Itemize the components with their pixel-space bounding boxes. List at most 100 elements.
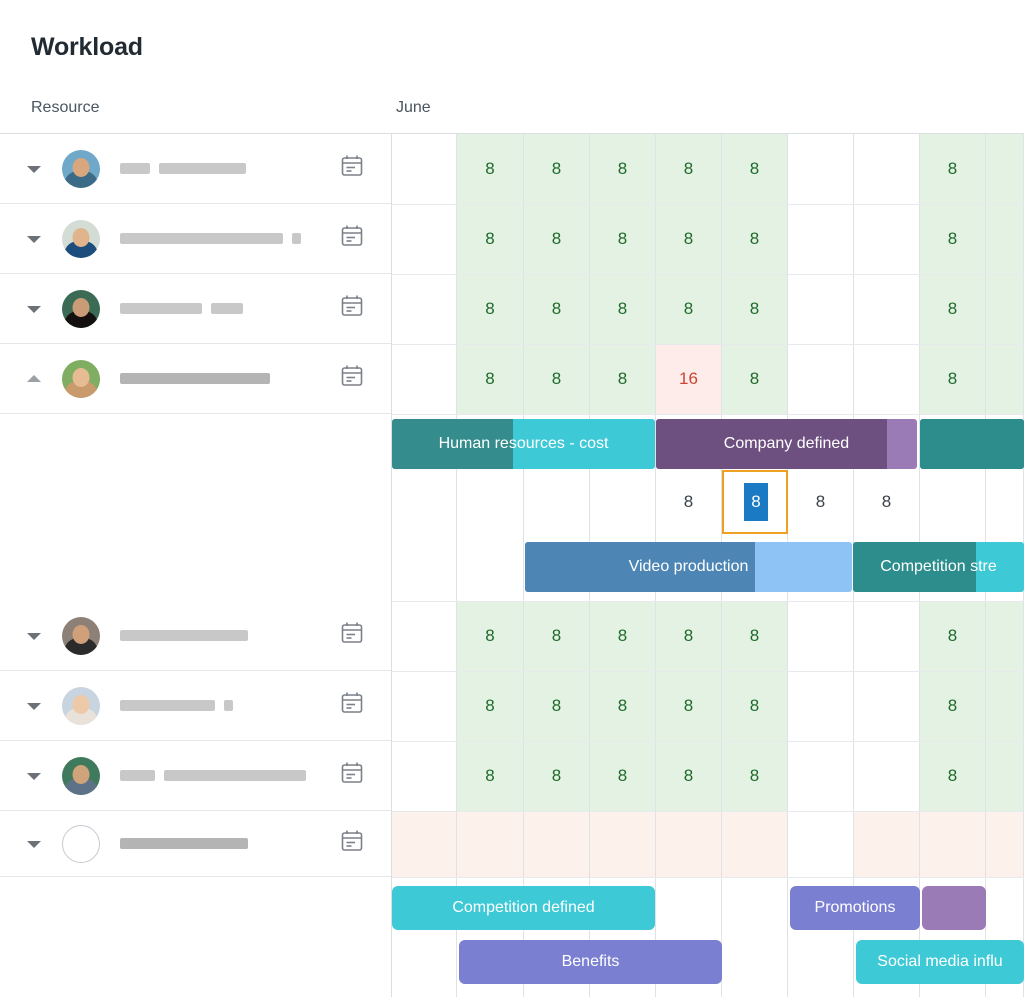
workload-cell[interactable]: 8 bbox=[722, 344, 787, 414]
resource-row[interactable] bbox=[0, 741, 392, 811]
task-bar-purple-bar-right[interactable] bbox=[922, 886, 986, 930]
task-bar-promotions[interactable]: Promotions bbox=[790, 886, 920, 930]
workload-cell[interactable] bbox=[788, 741, 853, 811]
workload-cell[interactable]: 8 bbox=[722, 204, 787, 274]
workload-cell[interactable] bbox=[986, 274, 1023, 344]
workload-cell[interactable]: 8 bbox=[590, 741, 655, 811]
chevron-down-icon[interactable] bbox=[27, 769, 41, 783]
workload-cell[interactable] bbox=[986, 134, 1023, 204]
avatar[interactable] bbox=[62, 687, 100, 725]
workload-cell[interactable]: 8 bbox=[457, 741, 523, 811]
workload-cell[interactable]: 8 bbox=[590, 274, 655, 344]
resource-row[interactable] bbox=[0, 204, 392, 274]
task-bar-competition-defined[interactable]: Competition defined bbox=[392, 886, 655, 930]
workload-cell[interactable] bbox=[788, 811, 853, 877]
workload-cell[interactable] bbox=[986, 344, 1023, 414]
chevron-down-icon[interactable] bbox=[27, 699, 41, 713]
workload-cell[interactable] bbox=[854, 741, 919, 811]
workload-cell[interactable]: 8 bbox=[590, 134, 655, 204]
allocation-cell[interactable]: 8 bbox=[788, 470, 853, 534]
workload-cell[interactable] bbox=[986, 741, 1023, 811]
workload-cell[interactable]: 8 bbox=[920, 134, 985, 204]
workload-cell[interactable] bbox=[854, 601, 919, 671]
resource-row[interactable] bbox=[0, 811, 392, 877]
workload-cell[interactable]: 8 bbox=[722, 671, 787, 741]
workload-cell[interactable] bbox=[788, 671, 853, 741]
workload-cell[interactable]: 8 bbox=[920, 741, 985, 811]
task-bar-video-production[interactable]: Video production bbox=[525, 542, 852, 592]
task-bar-competition-strategy[interactable]: Competition stre bbox=[853, 542, 1024, 592]
workload-cell[interactable] bbox=[854, 204, 919, 274]
workload-cell[interactable] bbox=[788, 601, 853, 671]
chevron-down-icon[interactable] bbox=[27, 629, 41, 643]
timeline-grid[interactable]: 8888888888888888888881688888888888888888… bbox=[392, 134, 1024, 997]
workload-cell[interactable]: 8 bbox=[722, 134, 787, 204]
workload-cell[interactable]: 8 bbox=[524, 274, 589, 344]
chevron-down-icon[interactable] bbox=[27, 302, 41, 316]
column-header-month[interactable]: June bbox=[396, 99, 431, 117]
calendar-icon[interactable] bbox=[340, 224, 364, 253]
resource-row[interactable] bbox=[0, 274, 392, 344]
workload-cell[interactable]: 8 bbox=[656, 741, 721, 811]
workload-cell[interactable] bbox=[392, 204, 456, 274]
workload-cell[interactable]: 8 bbox=[722, 274, 787, 344]
calendar-icon[interactable] bbox=[340, 294, 364, 323]
workload-cell[interactable] bbox=[656, 811, 721, 877]
workload-cell[interactable]: 16 bbox=[656, 344, 721, 414]
workload-cell[interactable]: 8 bbox=[920, 204, 985, 274]
workload-cell[interactable] bbox=[986, 811, 1023, 877]
workload-cell[interactable] bbox=[392, 134, 456, 204]
task-bar-human-resources-cost[interactable]: Human resources - cost bbox=[392, 419, 655, 469]
workload-cell[interactable]: 8 bbox=[457, 204, 523, 274]
workload-cell[interactable]: 8 bbox=[656, 274, 721, 344]
calendar-icon[interactable] bbox=[340, 621, 364, 650]
column-header-resource[interactable]: Resource bbox=[31, 99, 99, 117]
workload-cell[interactable] bbox=[722, 811, 787, 877]
workload-cell[interactable] bbox=[392, 274, 456, 344]
workload-cell[interactable] bbox=[392, 741, 456, 811]
avatar[interactable] bbox=[62, 360, 100, 398]
workload-cell[interactable]: 8 bbox=[920, 274, 985, 344]
workload-cell[interactable]: 8 bbox=[457, 134, 523, 204]
workload-cell[interactable]: 8 bbox=[524, 204, 589, 274]
workload-cell[interactable]: 8 bbox=[590, 601, 655, 671]
workload-cell[interactable]: 8 bbox=[920, 344, 985, 414]
workload-cell[interactable] bbox=[788, 134, 853, 204]
chevron-up-icon[interactable] bbox=[27, 372, 41, 386]
workload-cell[interactable] bbox=[854, 274, 919, 344]
workload-cell[interactable] bbox=[524, 811, 589, 877]
workload-cell[interactable] bbox=[854, 811, 919, 877]
workload-cell[interactable]: 8 bbox=[590, 671, 655, 741]
workload-cell[interactable] bbox=[392, 811, 456, 877]
workload-cell[interactable] bbox=[986, 601, 1023, 671]
workload-cell[interactable] bbox=[788, 344, 853, 414]
workload-cell[interactable]: 8 bbox=[656, 134, 721, 204]
calendar-icon[interactable] bbox=[340, 829, 364, 858]
workload-cell[interactable] bbox=[854, 134, 919, 204]
workload-cell[interactable]: 8 bbox=[920, 601, 985, 671]
resource-row[interactable] bbox=[0, 601, 392, 671]
chevron-down-icon[interactable] bbox=[27, 162, 41, 176]
calendar-icon[interactable] bbox=[340, 364, 364, 393]
workload-cell[interactable]: 8 bbox=[457, 601, 523, 671]
workload-cell[interactable] bbox=[986, 204, 1023, 274]
workload-cell[interactable]: 8 bbox=[920, 671, 985, 741]
workload-cell[interactable] bbox=[920, 811, 985, 877]
allocation-cell[interactable]: 8 bbox=[656, 470, 721, 534]
calendar-icon[interactable] bbox=[340, 154, 364, 183]
resource-row[interactable] bbox=[0, 134, 392, 204]
avatar-placeholder[interactable] bbox=[62, 825, 100, 863]
task-bar-benefits[interactable]: Benefits bbox=[459, 940, 722, 984]
workload-cell[interactable] bbox=[986, 671, 1023, 741]
workload-cell[interactable]: 8 bbox=[457, 671, 523, 741]
workload-cell[interactable]: 8 bbox=[524, 134, 589, 204]
workload-cell[interactable]: 8 bbox=[524, 344, 589, 414]
workload-cell[interactable]: 8 bbox=[457, 344, 523, 414]
chevron-down-icon[interactable] bbox=[27, 232, 41, 246]
workload-cell[interactable]: 8 bbox=[524, 671, 589, 741]
avatar[interactable] bbox=[62, 220, 100, 258]
task-bar-teal-bar-right[interactable] bbox=[920, 419, 1024, 469]
avatar[interactable] bbox=[62, 290, 100, 328]
resource-row[interactable] bbox=[0, 344, 392, 414]
workload-cell[interactable] bbox=[392, 671, 456, 741]
